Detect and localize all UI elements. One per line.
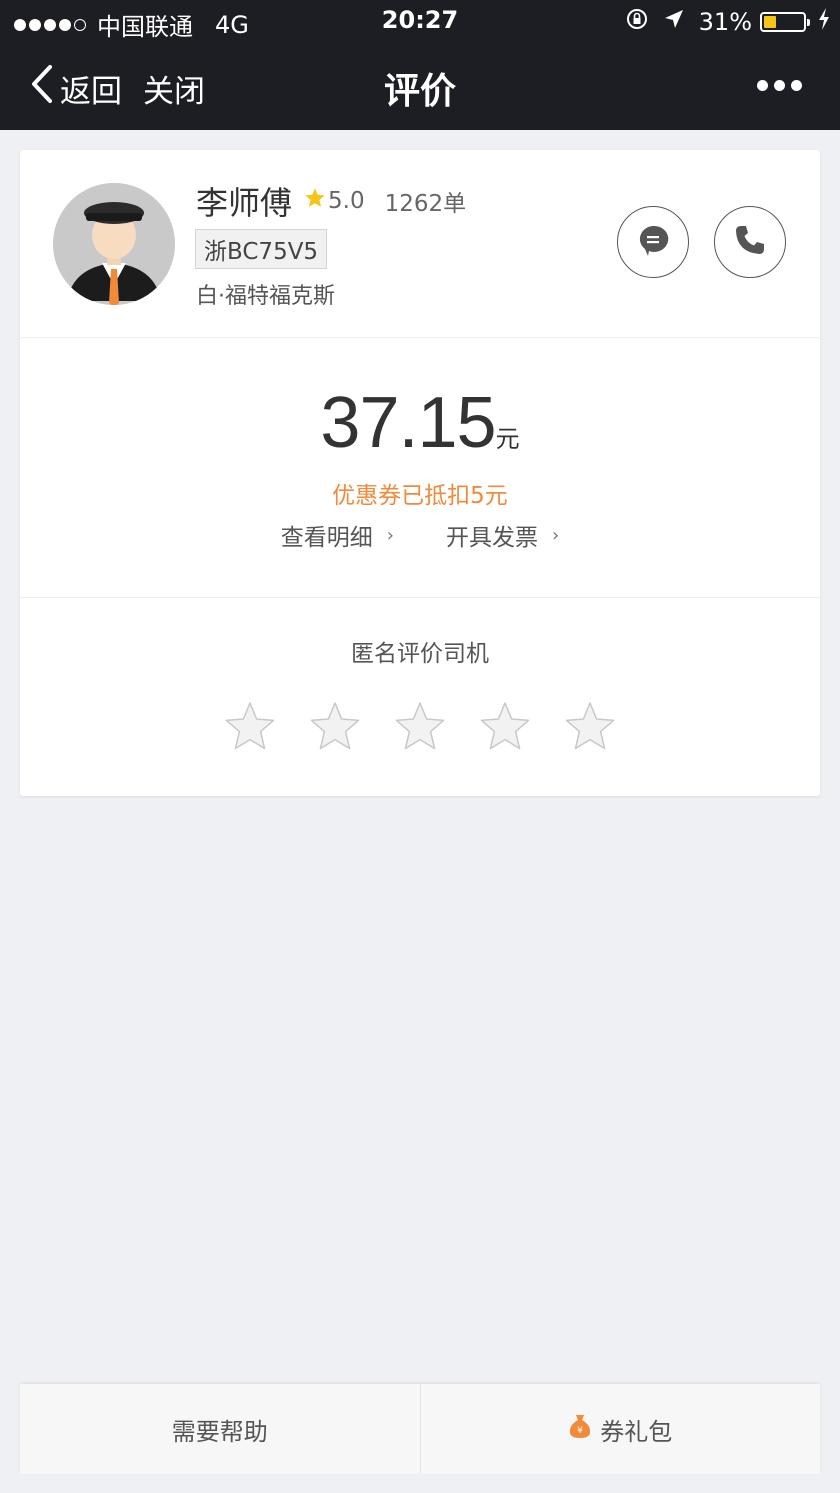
license-plate: 浙BC75V5 — [195, 229, 328, 269]
chevron-right-icon: › — [386, 524, 394, 546]
battery-icon — [760, 12, 810, 32]
view-details-label: 查看明细 — [280, 525, 373, 551]
divider — [20, 337, 820, 338]
divider — [20, 597, 820, 598]
fare-unit: 元 — [495, 425, 520, 453]
driver-name: 李师傅 — [196, 184, 293, 222]
chevron-right-icon: › — [552, 524, 560, 546]
status-bar: 中国联通 4G 20:27 31% — [0, 0, 840, 42]
coupon-pack-button[interactable]: ¥ 券礼包 — [421, 1384, 821, 1474]
more-options-icon[interactable] — [751, 80, 802, 91]
issue-invoice-link[interactable]: 开具发票 › — [446, 518, 559, 552]
rotation-lock-icon — [625, 7, 649, 37]
svg-text:¥: ¥ — [577, 1426, 583, 1436]
rating-star-1-icon[interactable] — [223, 700, 277, 754]
rating-star-5-icon[interactable] — [563, 700, 617, 754]
review-prompt: 匿名评价司机 — [351, 641, 489, 667]
money-bag-icon: ¥ — [568, 1413, 592, 1445]
fare-amount: 37.15元 — [20, 382, 820, 464]
fare-value: 37.15 — [320, 383, 496, 463]
coupon-note: 优惠券已抵扣5元 — [332, 483, 508, 509]
rating-star-3-icon[interactable] — [393, 700, 447, 754]
driver-rating: 5.0 1262单 — [304, 184, 466, 218]
star-rating-input — [223, 700, 617, 754]
nav-bar: 返回 关闭 评价 — [0, 42, 840, 130]
trip-card: 李师傅 5.0 1262单 浙BC75V5 白·福特福克斯 37.15元 优惠券… — [20, 150, 820, 796]
message-driver-button[interactable] — [617, 206, 689, 278]
issue-invoice-label: 开具发票 — [446, 525, 538, 551]
need-help-label: 需要帮助 — [171, 1417, 268, 1446]
car-description: 白·福特福克斯 — [196, 284, 335, 309]
rating-score: 5.0 — [328, 188, 365, 214]
bottom-bar: 需要帮助 ¥ 券礼包 — [20, 1384, 820, 1474]
fare-links: 查看明细 › 开具发票 › — [20, 518, 820, 552]
location-arrow-icon — [663, 8, 685, 36]
driver-avatar — [53, 183, 175, 305]
page-title: 评价 — [383, 71, 456, 112]
coupon-pack-label: 券礼包 — [600, 1417, 673, 1446]
rating-star-2-icon[interactable] — [308, 700, 362, 754]
phone-icon — [733, 223, 767, 261]
chat-bubble-icon — [636, 223, 670, 261]
need-help-button[interactable]: 需要帮助 — [20, 1384, 420, 1474]
battery-percent: 31% — [698, 8, 752, 36]
view-details-link[interactable]: 查看明细 › — [281, 518, 394, 552]
charging-bolt-icon — [818, 8, 830, 36]
call-driver-button[interactable] — [714, 206, 786, 278]
rating-star-4-icon[interactable] — [478, 700, 532, 754]
rating-star-icon — [304, 187, 326, 215]
order-count: 1262单 — [384, 191, 467, 217]
